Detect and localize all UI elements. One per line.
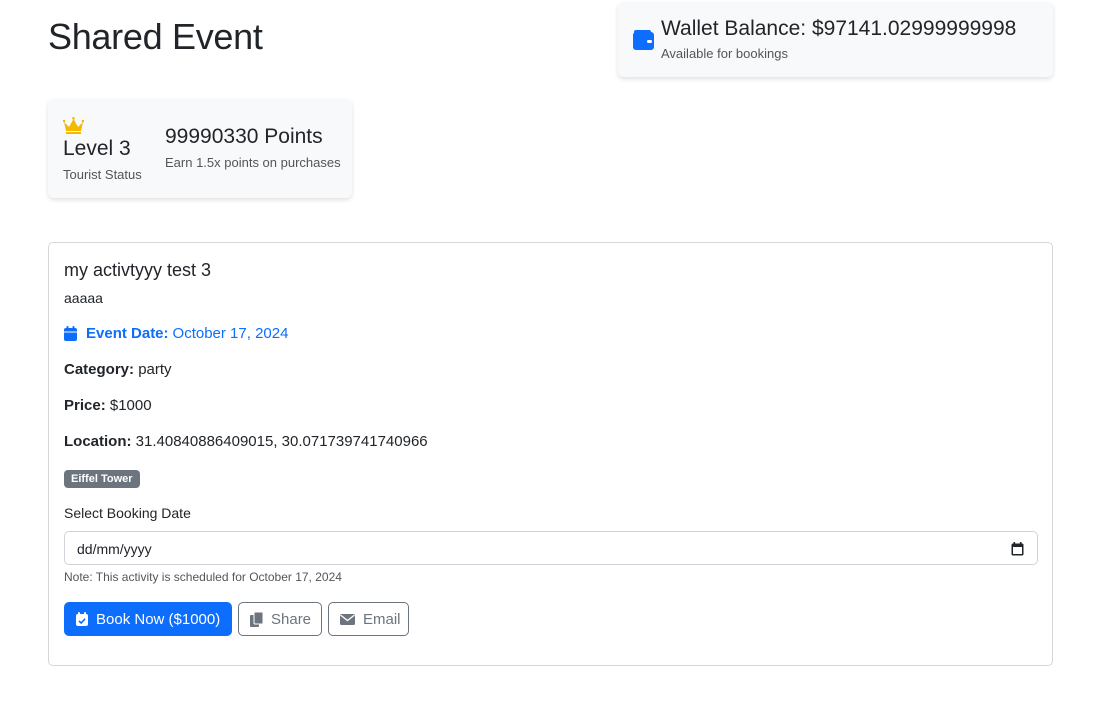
copy-icon [250,611,263,627]
price-row: Price: $1000 [64,397,152,414]
booking-note: Note: This activity is scheduled for Oct… [64,570,342,584]
category-label: Category: [64,361,135,378]
loyalty-level: Level 3 [63,137,131,160]
location-label: Location: [64,433,132,450]
booking-date-input[interactable]: dd/mm/yyyy [64,531,1038,565]
book-now-button[interactable]: Book Now ($1000) [64,602,232,636]
email-button[interactable]: Email [328,602,409,636]
booking-date-label: Select Booking Date [64,505,191,521]
booking-date-placeholder: dd/mm/yyyy [77,541,152,557]
loyalty-status: Tourist Status [63,167,142,182]
event-date-row: Event Date: October 17, 2024 [64,325,288,342]
event-date-value: October 17, 2024 [172,325,289,342]
category-value: party [138,361,172,378]
page-title: Shared Event [48,16,263,57]
event-name: my activtyyy test 3 [64,260,212,280]
price-value: $1000 [109,397,152,414]
wallet-balance: Wallet Balance: $97141.02999999998 [661,17,1017,40]
share-button[interactable]: Share [238,602,322,636]
loyalty-card: Level 3 Tourist Status 99990330 Points E… [48,99,352,198]
calendar-check-icon [76,612,88,626]
book-now-label: Book Now ($1000) [96,610,221,628]
tag-badge: Eiffel Tower [64,470,140,488]
wallet-icon [633,30,654,50]
event-description: aaaaa [64,290,103,306]
share-label: Share [271,610,312,628]
calendar-icon [64,326,77,341]
wallet-subtitle: Available for bookings [661,46,788,61]
location-row: Location: 31.40840886409015, 30.07173974… [64,433,428,450]
loyalty-points: 99990330 Points [165,125,323,148]
points-note: Earn 1.5x points on purchases [165,155,341,170]
wallet-balance-card: Wallet Balance: $97141.02999999998 Avail… [618,2,1053,77]
category-row: Category: party [64,361,172,378]
price-label: Price: [64,397,106,414]
location-value: 31.40840886409015, 30.071739741740966 [135,433,428,450]
event-card: my activtyyy test 3 aaaaa Event Date: Oc… [48,242,1053,666]
calendar-picker-icon[interactable] [1011,542,1024,556]
envelope-icon [340,613,355,625]
crown-icon [63,117,84,134]
event-date-label: Event Date: [86,325,169,342]
email-label: Email [363,610,401,628]
